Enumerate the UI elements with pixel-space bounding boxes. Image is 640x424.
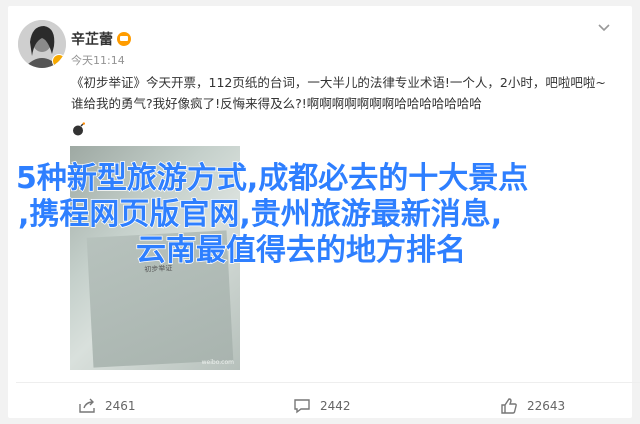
verified-badge-icon <box>52 54 66 68</box>
share-icon <box>79 398 95 413</box>
overlay-line-1: 5种新型旅游方式,成都必去的十大景点 <box>15 161 529 197</box>
share-button[interactable]: 2461 <box>78 392 136 420</box>
comment-icon <box>294 399 310 414</box>
post-timestamp[interactable]: 今天11:14 <box>71 52 125 68</box>
photo-watermark: weibo.com <box>201 359 234 366</box>
bomb-icon <box>73 122 85 136</box>
avatar[interactable] <box>18 20 66 68</box>
like-count: 22643 <box>527 399 566 413</box>
crown-icon <box>117 32 131 46</box>
like-icon <box>501 398 517 414</box>
like-button[interactable]: 22643 <box>500 392 565 420</box>
overlay-line-3: 云南最值得去的地方排名 <box>135 233 467 269</box>
comment-count: 2442 <box>320 399 351 413</box>
chevron-down-icon[interactable] <box>594 18 614 38</box>
action-bar: 2461 2442 22643 <box>16 392 640 420</box>
share-count: 2461 <box>105 399 136 413</box>
username-text: 辛芷蕾 <box>71 32 113 48</box>
overlay-line-2: ,携程网页版官网,贵州旅游最新消息, <box>17 197 503 233</box>
username[interactable]: 辛芷蕾 <box>71 29 131 49</box>
post-text: 《初步举证》今天开票，112页纸的台词，一大半儿的法律专业术语!一个人，2小时，… <box>71 75 606 111</box>
comment-button[interactable]: 2442 <box>293 392 351 420</box>
divider <box>16 382 640 383</box>
